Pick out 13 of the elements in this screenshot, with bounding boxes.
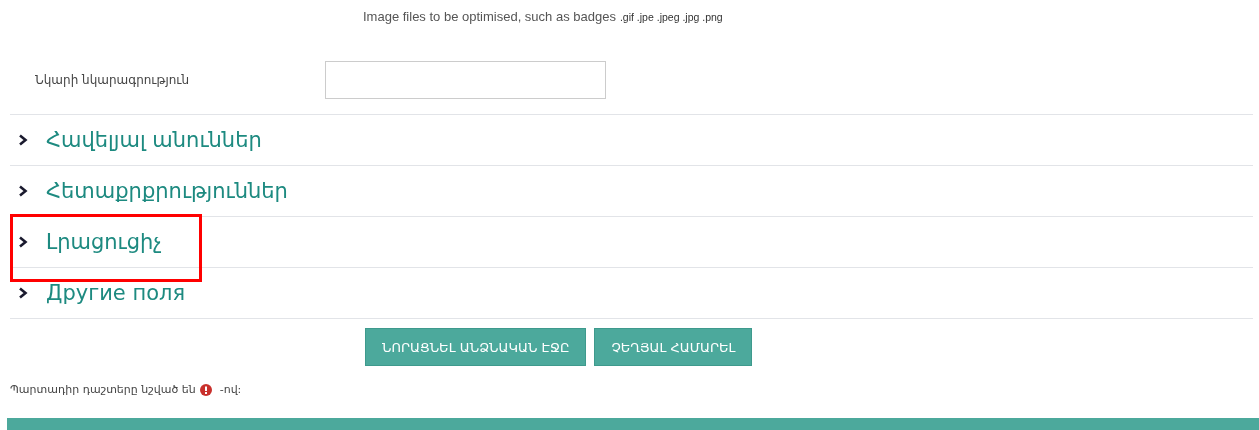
exclamation-icon [199,383,212,396]
help-text: Image files to be optimised, such as badges [363,9,616,24]
section-header-link[interactable]: Другие поля [46,281,186,305]
required-note-suffix: -ով: [219,383,242,396]
section-header-link[interactable]: Հավելյալ անուններ [46,128,262,152]
section-header-link[interactable]: Հետաքրքրություններ [46,179,288,203]
input-field[interactable] [325,61,606,99]
form-button[interactable]: ՉԵՂՅԱԼ ՀԱՄԱՐԵԼ [594,328,753,366]
file-types-text: .gif .jpe .jpeg .jpg .png [619,11,723,23]
form-button[interactable]: ՆՈՐԱՑՆԵԼ ԱՆՁՆԱԿԱՆ ԷՋԸ [365,328,587,366]
field-label: Նկարի նկարագրություն [34,73,191,87]
section-header-link[interactable]: Լրացուցիչ [46,230,162,254]
required-note: Պարտադիր դաշտերը նշված են [10,383,196,396]
